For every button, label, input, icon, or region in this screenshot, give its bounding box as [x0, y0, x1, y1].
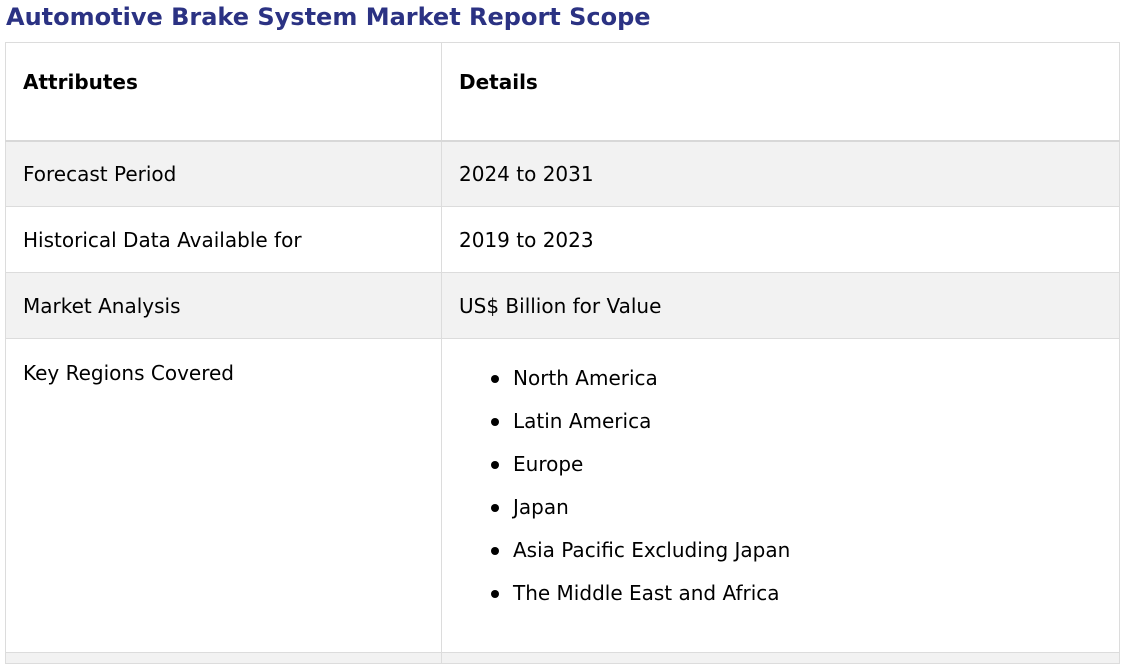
bullet-icon: [491, 504, 499, 512]
table-row: Forecast Period 2024 to 2031: [5, 140, 1120, 207]
table-header-row: Attributes Details: [5, 42, 1120, 142]
header-attributes: Attributes: [5, 42, 442, 142]
detail-cell: North America Latin America Europe Japan…: [441, 338, 1120, 653]
bullet-icon: [491, 418, 499, 426]
list-item: Japan: [491, 495, 1119, 538]
region-list: North America Latin America Europe Japan…: [459, 366, 1119, 624]
attribute-cell: Historical Data Available for: [5, 206, 442, 273]
table-row: Historical Data Available for 2019 to 20…: [5, 206, 1120, 273]
region-label: The Middle East and Africa: [513, 581, 780, 605]
report-scope-table: Attributes Details Forecast Period 2024 …: [5, 42, 1120, 664]
detail-cell: [441, 652, 1120, 664]
attribute-cell: Forecast Period: [5, 140, 442, 207]
list-item: Europe: [491, 452, 1119, 495]
bullet-icon: [491, 547, 499, 555]
detail-cell: 2019 to 2023: [441, 206, 1120, 273]
region-label: Europe: [513, 452, 584, 476]
table-row: Market Analysis US$ Billion for Value: [5, 272, 1120, 339]
region-label: Japan: [513, 495, 569, 519]
detail-cell: US$ Billion for Value: [441, 272, 1120, 339]
detail-cell: 2024 to 2031: [441, 140, 1120, 207]
list-item: Latin America: [491, 409, 1119, 452]
list-item: The Middle East and Africa: [491, 581, 1119, 624]
table-row: Key Regions Covered North America Latin …: [5, 338, 1120, 653]
attribute-cell: Market Analysis: [5, 272, 442, 339]
bullet-icon: [491, 590, 499, 598]
list-item: North America: [491, 366, 1119, 409]
attribute-cell: Key Regions Covered: [5, 338, 442, 653]
region-label: Latin America: [513, 409, 652, 433]
page-title: Automotive Brake System Market Report Sc…: [6, 3, 651, 31]
list-item: Asia Pacific Excluding Japan: [491, 538, 1119, 581]
table-row-partial: [5, 652, 1120, 664]
bullet-icon: [491, 375, 499, 383]
region-label: North America: [513, 366, 658, 390]
bullet-icon: [491, 461, 499, 469]
region-label: Asia Pacific Excluding Japan: [513, 538, 791, 562]
header-details: Details: [441, 42, 1120, 142]
attribute-cell: [5, 652, 442, 664]
